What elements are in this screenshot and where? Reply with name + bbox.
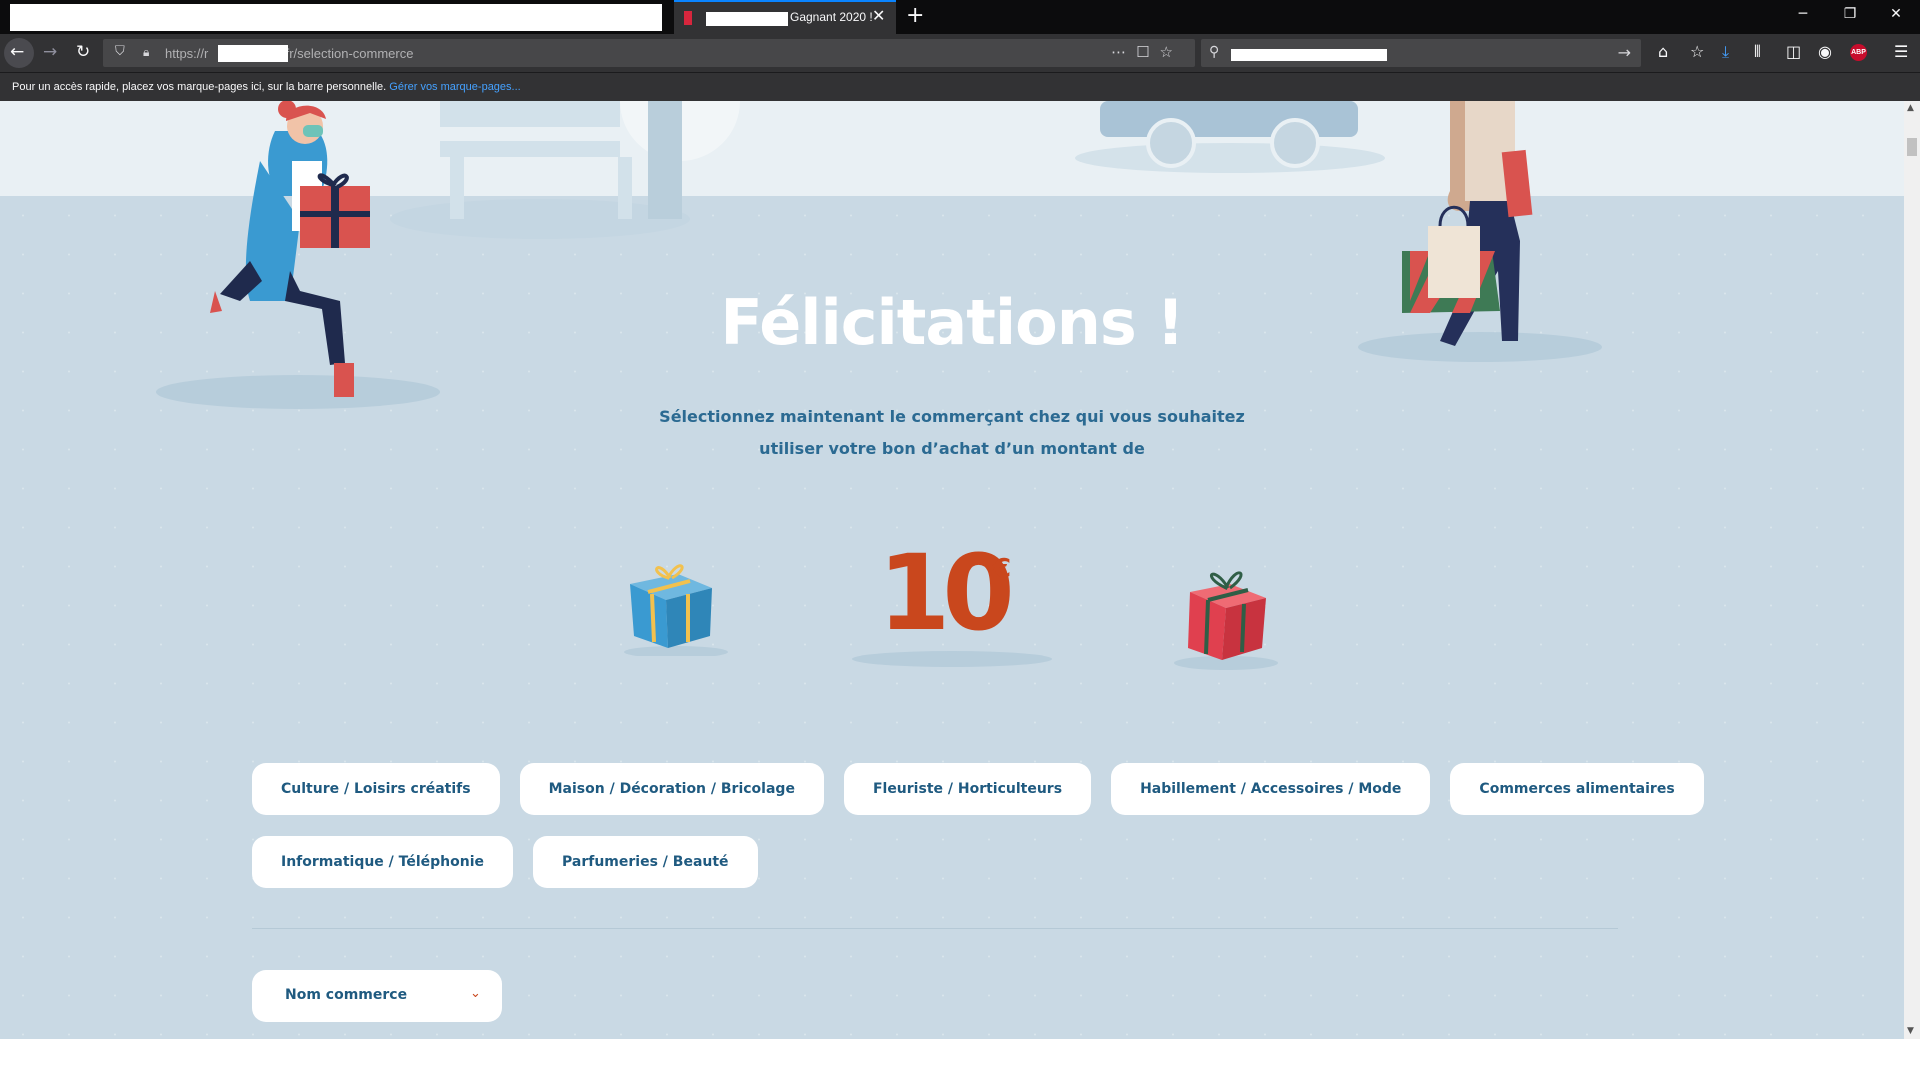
- tab-title-redaction: [706, 12, 788, 26]
- shop-name-select[interactable]: Nom commerce ⌄: [252, 970, 502, 1022]
- restore-button[interactable]: ❐: [1838, 6, 1862, 22]
- category-culture-button[interactable]: Culture / Loisirs créatifs: [252, 763, 500, 815]
- search-bar[interactable]: ⚲ →: [1201, 39, 1641, 67]
- page-actions-icons[interactable]: ⋯☐☆: [1111, 43, 1183, 61]
- back-button[interactable]: ←: [4, 38, 34, 68]
- browser-chrome: Gagnant 2020 ! ✕ + ─ ❐ ✕ ← → ↻ ⛉ 🔒︎ http…: [0, 0, 1920, 101]
- home-icon[interactable]: ⌂: [1658, 42, 1668, 61]
- minimize-button[interactable]: ─: [1791, 6, 1815, 22]
- bookmarks-star-icon[interactable]: ☆: [1690, 42, 1704, 61]
- shop-select-label: Nom commerce: [285, 987, 408, 1003]
- adblock-icon[interactable]: ABP: [1850, 44, 1867, 61]
- red-gift-icon: [1174, 571, 1278, 670]
- tree-icon: [620, 101, 740, 219]
- page-subtitle: Sélectionnez maintenant le commerçant ch…: [652, 401, 1252, 465]
- woman-shadow: [156, 375, 440, 409]
- section-divider: [252, 928, 1618, 929]
- category-row-1: Culture / Loisirs créatifs Maison / Déco…: [252, 763, 1704, 815]
- bench-shadow: [390, 199, 690, 239]
- tab-title: Gagnant 2020 !: [790, 10, 873, 24]
- category-parfumerie-button[interactable]: Parfumeries / Beauté: [533, 836, 758, 888]
- bookmarks-bar: Pour un accès rapide, placez vos marque-…: [0, 72, 1920, 101]
- blue-gift-icon: [624, 564, 728, 656]
- category-habillement-button[interactable]: Habillement / Accessoires / Mode: [1111, 763, 1431, 815]
- category-fleuriste-button[interactable]: Fleuriste / Horticulteurs: [843, 763, 1092, 815]
- download-icon[interactable]: ⤓: [1722, 42, 1729, 62]
- url-text[interactable]: https://r t.fr/selection-commerce: [165, 46, 413, 61]
- car-shadow: [1075, 143, 1385, 173]
- bookmarks-hint-text: Pour un accès rapide, placez vos marque-…: [12, 81, 387, 93]
- category-filters: Culture / Loisirs créatifs Maison / Déco…: [252, 763, 1704, 909]
- new-tab-button[interactable]: +: [906, 3, 924, 28]
- scroll-down-icon[interactable]: ▼: [1907, 1026, 1914, 1036]
- tracking-shield-icon[interactable]: ⛉: [115, 44, 125, 59]
- tab-active[interactable]: Gagnant 2020 ! ✕: [674, 0, 896, 34]
- tab-close-icon[interactable]: ✕: [872, 6, 885, 25]
- category-alimentaire-button[interactable]: Commerces alimentaires: [1450, 763, 1704, 815]
- category-maison-button[interactable]: Maison / Décoration / Bricolage: [519, 763, 824, 815]
- search-go-icon[interactable]: →: [1618, 43, 1631, 62]
- chevron-down-icon: ⌄: [470, 986, 481, 1001]
- bookmarks-hint: Pour un accès rapide, placez vos marque-…: [12, 81, 521, 93]
- category-row-2: Informatique / Téléphonie Parfumeries / …: [252, 836, 1672, 888]
- tab-favicon-icon: [684, 11, 692, 25]
- sidebar-icon[interactable]: ◫: [1786, 42, 1801, 61]
- lock-icon[interactable]: 🔒︎: [143, 45, 149, 60]
- menu-icon[interactable]: ☰: [1894, 42, 1908, 61]
- library-icon[interactable]: ⫴: [1754, 42, 1761, 62]
- forward-arrow-icon[interactable]: →: [43, 42, 57, 62]
- voucher-currency: €: [993, 554, 1012, 584]
- page-viewport: 10 € Félicitations ! Sélectionnez mainte…: [0, 101, 1904, 1039]
- page-scrollbar[interactable]: ▲ ▼: [1904, 101, 1920, 1039]
- page-title: Félicitations !: [720, 286, 1184, 359]
- search-icon: ⚲: [1209, 44, 1220, 60]
- url-redaction: [218, 45, 288, 62]
- account-icon[interactable]: ◉: [1818, 42, 1832, 61]
- voucher-amount: 10: [878, 532, 1015, 654]
- back-arrow-icon: ←: [10, 42, 25, 62]
- scroll-up-icon[interactable]: ▲: [1907, 103, 1914, 113]
- search-redaction: [1231, 49, 1387, 61]
- tab-redacted[interactable]: [10, 4, 662, 31]
- category-informatique-button[interactable]: Informatique / Téléphonie: [252, 836, 514, 888]
- subtitle-line-1: Sélectionnez maintenant le commerçant ch…: [659, 407, 1245, 426]
- url-bar[interactable]: ⛉ 🔒︎ https://r t.fr/selection-commerce ⋯☐…: [103, 39, 1195, 67]
- close-window-button[interactable]: ✕: [1884, 6, 1908, 22]
- scrollbar-thumb[interactable]: [1907, 138, 1917, 156]
- reload-icon[interactable]: ↻: [76, 42, 90, 62]
- tab-bar: Gagnant 2020 ! ✕ + ─ ❐ ✕: [0, 0, 1920, 34]
- manage-bookmarks-link[interactable]: Gérer vos marque-pages...: [389, 81, 520, 93]
- below-viewport-area: [0, 1039, 1920, 1080]
- subtitle-line-2: utiliser votre bon d’achat d’un montant …: [759, 439, 1145, 458]
